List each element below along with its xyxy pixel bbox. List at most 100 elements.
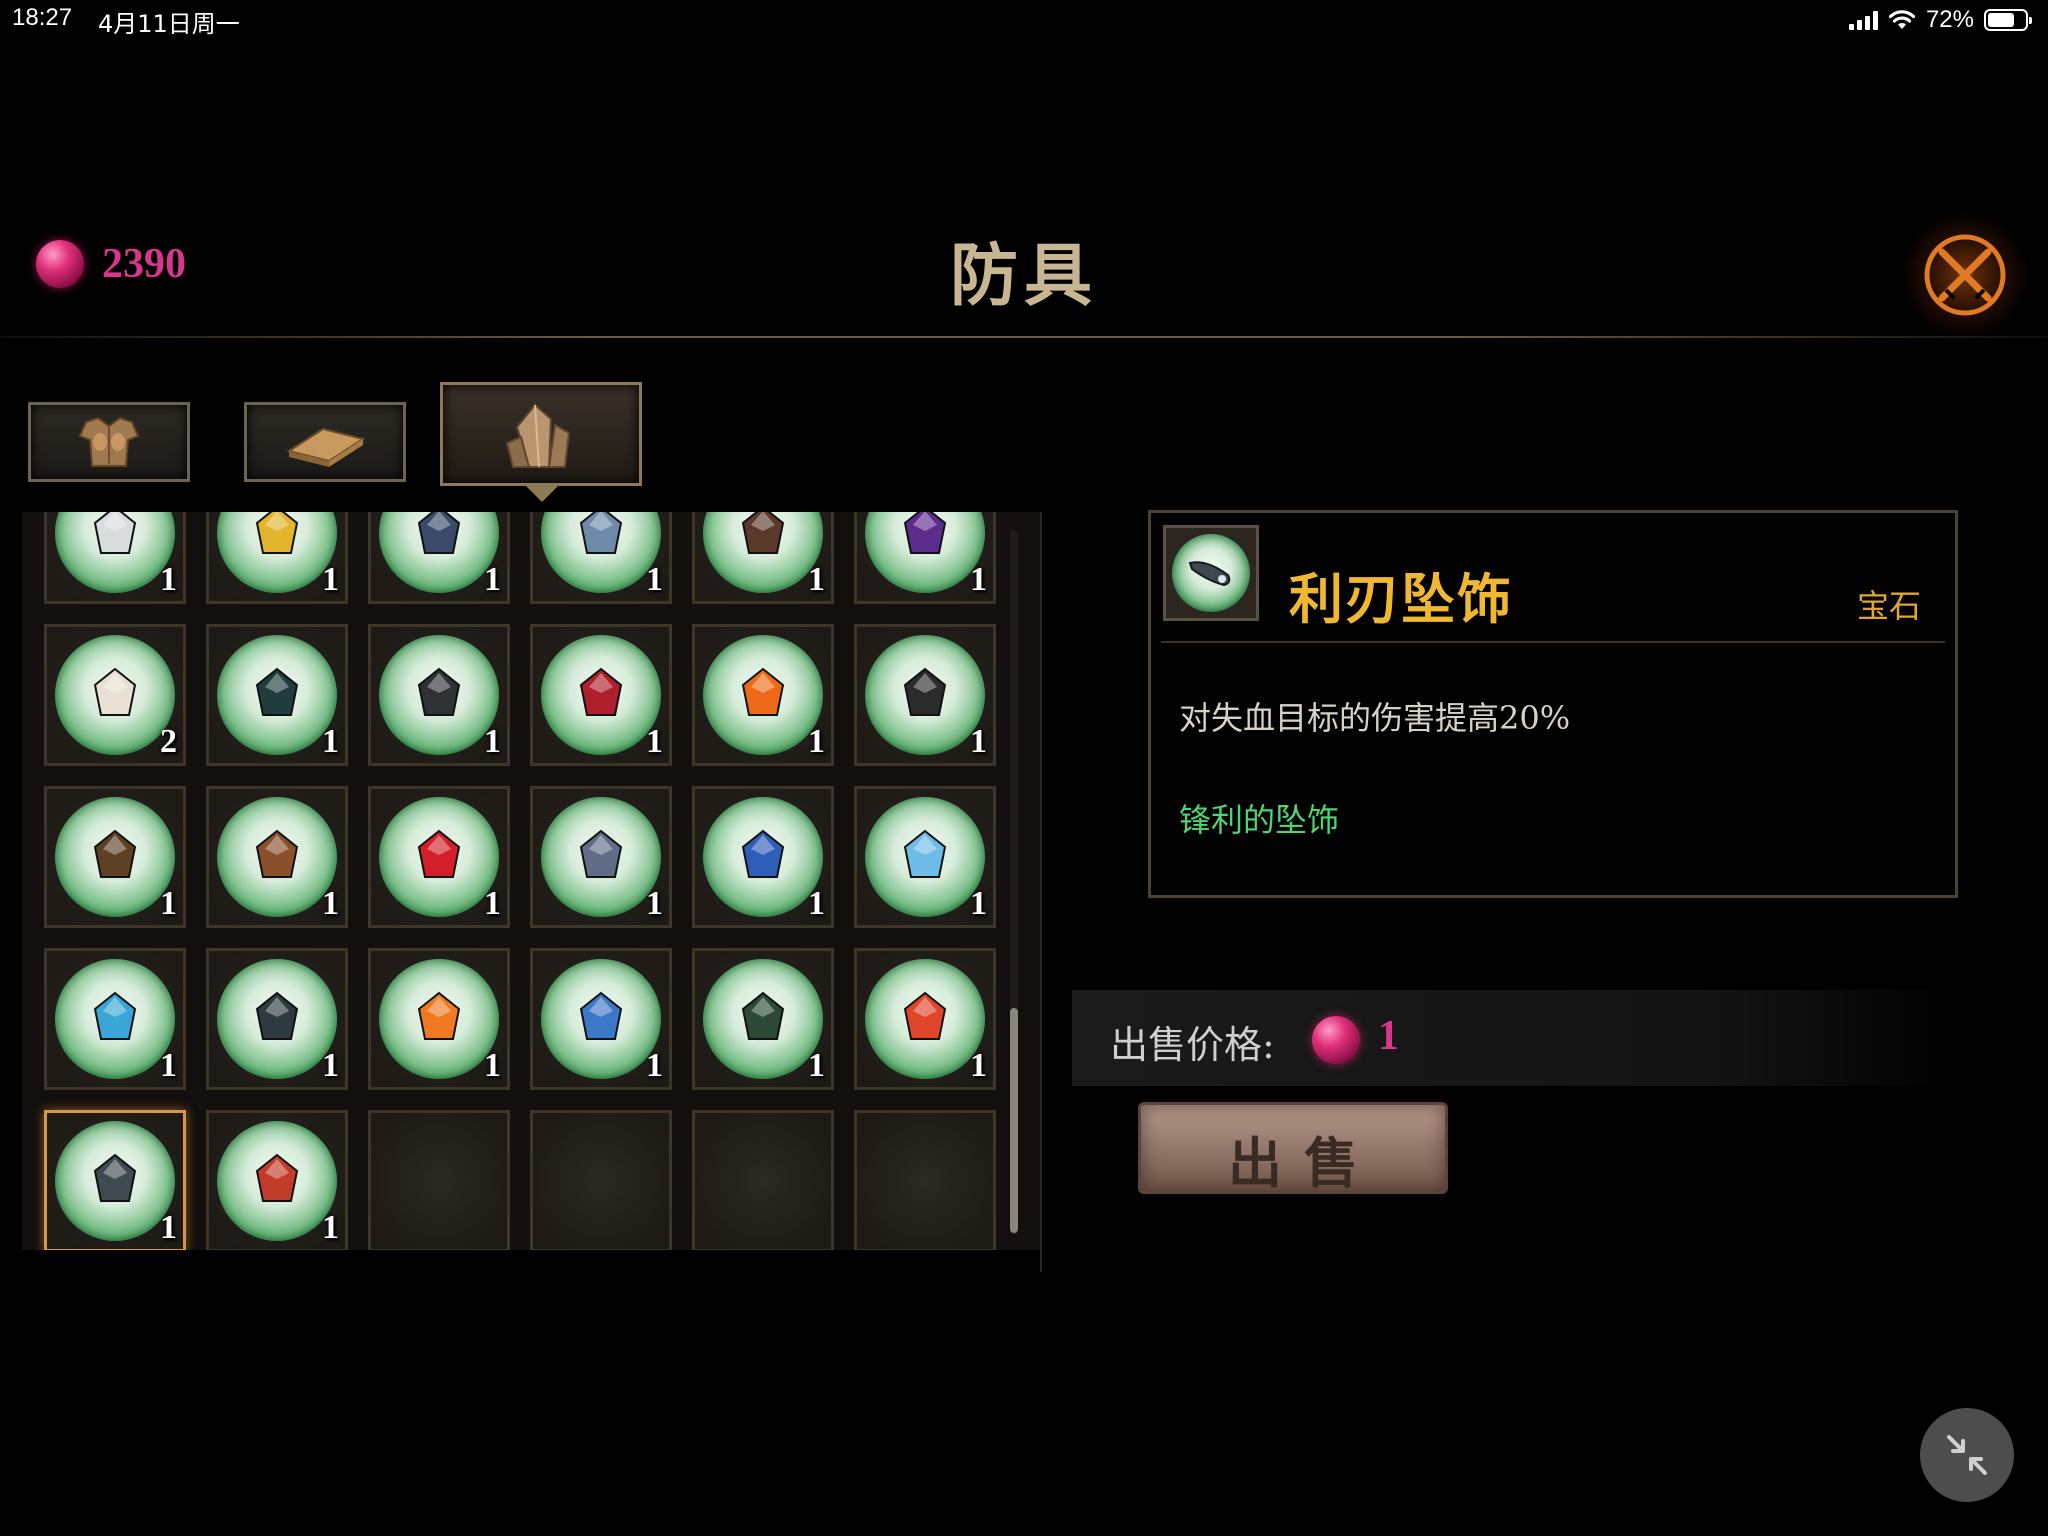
gem-item-icon [55, 635, 175, 755]
inventory-slot[interactable]: 1 [44, 786, 186, 928]
inventory-slot[interactable]: 1 [44, 948, 186, 1090]
inventory-slot[interactable]: 1 [530, 624, 672, 766]
sell-button[interactable]: 出售 [1138, 1102, 1448, 1195]
status-indicators: 72% [1848, 6, 2032, 34]
empty-inventory-slot[interactable] [530, 1110, 672, 1250]
inventory-slot[interactable]: 1 [692, 786, 834, 928]
empty-inventory-slot[interactable] [854, 1110, 996, 1250]
panel-divider [1040, 512, 1042, 1272]
gem-item-icon [55, 1121, 175, 1241]
inventory-slot[interactable]: 1 [206, 786, 348, 928]
item-count: 1 [160, 1047, 177, 1084]
tab-armor[interactable] [28, 402, 190, 482]
item-detail-card: 利刃坠饰 宝石 对失血目标的伤害提高20% 锋利的坠饰 [1148, 510, 1958, 898]
inventory-slot[interactable]: 1 [368, 512, 510, 604]
inventory-slot[interactable]: 1 [530, 948, 672, 1090]
item-count: 1 [322, 885, 339, 922]
pendant-icon [1172, 534, 1250, 612]
inventory-slot[interactable]: 1 [368, 624, 510, 766]
inventory-slot[interactable]: 1 [530, 786, 672, 928]
inventory-slot[interactable]: 1 [692, 948, 834, 1090]
wifi-icon [1888, 10, 1916, 29]
inventory-slot[interactable]: 1 [206, 948, 348, 1090]
collapse-arrows-icon [1947, 1435, 1987, 1475]
inventory-slot[interactable]: 1 [854, 624, 996, 766]
gem-item-icon [379, 797, 499, 917]
item-name: 利刃坠饰 [1289, 567, 1513, 631]
chest-armor-icon [78, 416, 140, 467]
gem-item-icon [217, 512, 337, 593]
inventory-slot[interactable]: 1 [206, 1110, 348, 1250]
item-count: 1 [322, 561, 339, 598]
battery-percent: 72% [1925, 6, 1974, 33]
item-count: 1 [646, 1047, 663, 1084]
gem-item-icon [217, 959, 337, 1079]
ingot-icon [286, 427, 366, 467]
inventory-slot[interactable]: 1 [206, 512, 348, 604]
header-divider [0, 336, 2048, 338]
crossed-swords-close-icon [1924, 234, 2006, 316]
sell-button-label: 出售 [1228, 1131, 1380, 1195]
item-count: 1 [484, 1047, 501, 1084]
battery-icon [1984, 9, 2032, 31]
inventory-slot[interactable]: 1 [692, 512, 834, 604]
scrollbar-thumb[interactable] [1010, 1008, 1018, 1233]
inventory-slot[interactable]: 1 [368, 786, 510, 928]
tab-gems[interactable] [440, 382, 642, 486]
gem-item-icon [703, 797, 823, 917]
inventory-slot[interactable]: 1 [368, 948, 510, 1090]
inventory-slot[interactable]: 1 [692, 624, 834, 766]
gem-item-icon [217, 1121, 337, 1241]
cellular-signal-icon [1848, 10, 1878, 30]
item-flavor-text: 锋利的坠饰 [1179, 801, 1340, 839]
minimize-float-button[interactable] [1920, 1408, 2014, 1502]
inventory-slot[interactable]: 2 [44, 624, 186, 766]
gem-item-icon [865, 512, 985, 593]
gem-item-icon [379, 512, 499, 593]
gem-item-icon [217, 635, 337, 755]
sell-price-bar: 出售价格: 1 [1072, 990, 1972, 1086]
item-count: 1 [484, 723, 501, 760]
gem-item-icon [541, 797, 661, 917]
inventory-scrollbar[interactable] [1010, 530, 1018, 1235]
item-count: 1 [646, 561, 663, 598]
gem-item-icon [703, 635, 823, 755]
tab-materials[interactable] [244, 402, 406, 482]
item-count: 1 [970, 885, 987, 922]
page-title: 防具 [949, 236, 1098, 316]
gem-item-icon [865, 959, 985, 1079]
item-count: 1 [646, 885, 663, 922]
item-count: 1 [808, 885, 825, 922]
inventory-slot[interactable]: 1 [854, 948, 996, 1090]
inventory-slot[interactable]: 1 [854, 786, 996, 928]
item-count: 1 [484, 561, 501, 598]
empty-inventory-slot[interactable] [692, 1110, 834, 1250]
inventory-slot[interactable]: 1 [530, 512, 672, 604]
gem-item-icon [541, 959, 661, 1079]
sell-price-value: 1 [1378, 1013, 1399, 1059]
item-count: 2 [160, 723, 177, 760]
gem-item-icon [865, 797, 985, 917]
item-type: 宝石 [1856, 587, 1921, 625]
close-button[interactable] [1900, 210, 2030, 340]
status-time: 18:27 [12, 4, 73, 31]
active-tab-pointer [524, 484, 560, 502]
detail-divider [1161, 641, 1945, 643]
item-description: 对失血目标的伤害提高20% [1179, 699, 1571, 737]
gem-item-icon [541, 512, 661, 593]
inventory-slot[interactable]: 1 [44, 512, 186, 604]
status-bar: 18:27 4月11日周一 72% [0, 0, 2048, 40]
inventory-slot[interactable]: 1 [44, 1110, 186, 1250]
battery-level [1988, 13, 2014, 27]
gem-item-icon [379, 959, 499, 1079]
empty-inventory-slot[interactable] [368, 1110, 510, 1250]
item-count: 1 [970, 1047, 987, 1084]
item-count: 1 [322, 1047, 339, 1084]
inventory-slot[interactable]: 1 [206, 624, 348, 766]
item-count: 1 [322, 1209, 339, 1246]
inventory-slot[interactable]: 1 [854, 512, 996, 604]
item-count: 1 [646, 723, 663, 760]
gem-item-icon [55, 797, 175, 917]
inventory-panel[interactable]: 1 1 1 1 1 1 2 1 1 1 1 1 1 1 1 1 1 1 1 1 1 1 1 1 1 1 [22, 512, 1042, 1250]
detail-item-thumbnail [1163, 525, 1259, 621]
